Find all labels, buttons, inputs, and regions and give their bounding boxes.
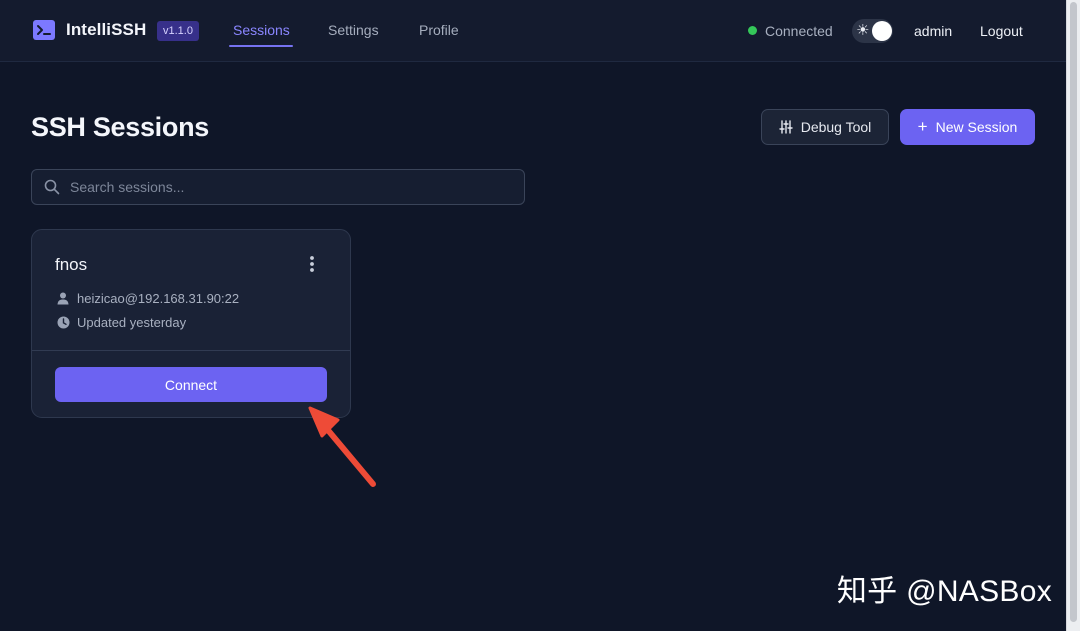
theme-toggle[interactable]: ☀ <box>852 19 893 43</box>
nav-settings[interactable]: Settings <box>328 22 379 38</box>
plus-icon: + <box>917 117 928 136</box>
sun-icon: ☀ <box>856 22 870 39</box>
debug-tool-label: Debug Tool <box>800 119 872 135</box>
sliders-icon <box>779 120 793 134</box>
search-input[interactable] <box>70 170 510 204</box>
search-icon <box>44 179 60 195</box>
annotation-arrow-icon <box>308 406 376 487</box>
watermark: 知乎 @NASBox <box>836 575 1052 608</box>
terminal-logo-icon <box>33 20 55 40</box>
connection-status-dot <box>748 26 757 35</box>
more-vertical-icon[interactable] <box>306 254 318 274</box>
session-updated: Updated yesterday <box>77 315 187 330</box>
version-badge: v1.1.0 <box>157 21 199 41</box>
user-icon <box>57 292 69 305</box>
new-session-button[interactable]: + New Session <box>900 109 1035 145</box>
logout-button[interactable]: Logout <box>980 23 1023 39</box>
scrollbar[interactable] <box>1066 0 1080 631</box>
connection-status: Connected <box>765 23 833 39</box>
card-divider <box>32 350 350 351</box>
search-box[interactable] <box>31 169 525 205</box>
top-navbar: IntelliSSH v1.1.0 Sessions Settings Prof… <box>0 0 1066 62</box>
debug-tool-button[interactable]: Debug Tool <box>761 109 889 145</box>
session-card: fnos heizicao@192.168.31.90:22 Updated y… <box>31 229 351 418</box>
nav-sessions[interactable]: Sessions <box>233 22 290 38</box>
page-title: SSH Sessions <box>31 112 209 142</box>
clock-icon <box>57 316 70 329</box>
username: admin <box>914 23 953 39</box>
nav-profile[interactable]: Profile <box>419 22 459 38</box>
scrollbar-thumb[interactable] <box>1070 2 1077 622</box>
app-window: IntelliSSH v1.1.0 Sessions Settings Prof… <box>0 0 1066 631</box>
nav-active-indicator <box>229 45 293 47</box>
toggle-knob <box>872 21 892 41</box>
session-name: fnos <box>55 255 88 274</box>
connect-button[interactable]: Connect <box>55 367 327 402</box>
new-session-label: New Session <box>935 119 1018 135</box>
app-name[interactable]: IntelliSSH <box>66 20 146 40</box>
session-user-host: heizicao@192.168.31.90:22 <box>77 291 240 306</box>
